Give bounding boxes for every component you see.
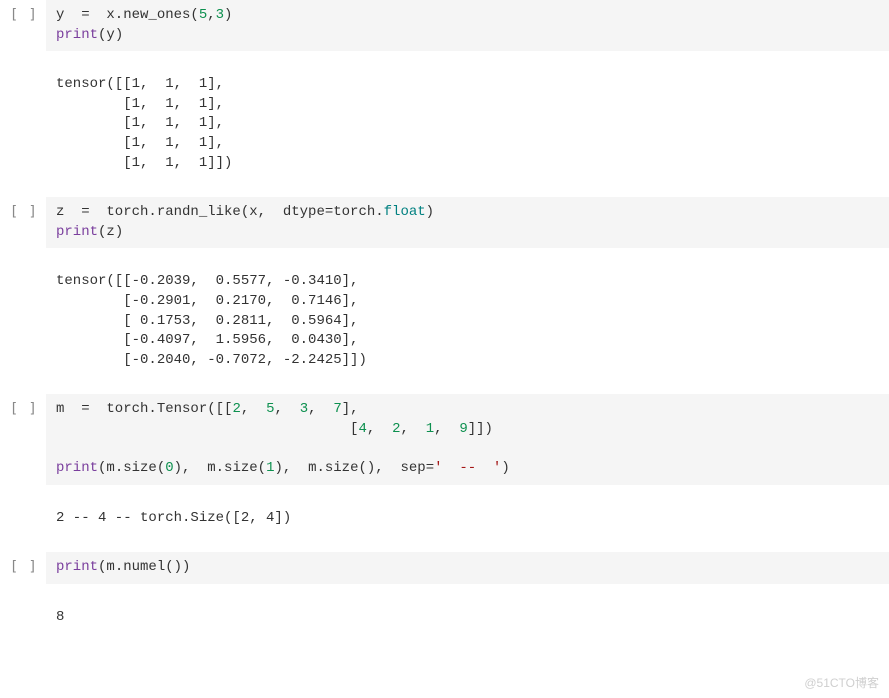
output-text: 2 -- 4 -- torch.Size([2, 4]): [46, 503, 889, 535]
output-cell: 8: [0, 602, 889, 634]
output-prompt: [0, 69, 46, 81]
output-text: 8: [46, 602, 889, 634]
output-text: tensor([[1, 1, 1], [1, 1, 1], [1, 1, 1],…: [46, 69, 889, 179]
code-input[interactable]: z = torch.randn_like(x, dtype=torch.floa…: [46, 197, 889, 248]
code-cell[interactable]: [ ]y = x.new_ones(5,3) print(y): [0, 0, 889, 51]
execution-prompt[interactable]: [ ]: [0, 197, 46, 229]
output-cell: tensor([[1, 1, 1], [1, 1, 1], [1, 1, 1],…: [0, 69, 889, 179]
code-input[interactable]: m = torch.Tensor([[2, 5, 3, 7], [4, 2, 1…: [46, 394, 889, 484]
watermark: @51CTO博客: [804, 675, 879, 692]
output-cell: 2 -- 4 -- torch.Size([2, 4]): [0, 503, 889, 535]
execution-prompt[interactable]: [ ]: [0, 552, 46, 584]
code-input[interactable]: y = x.new_ones(5,3) print(y): [46, 0, 889, 51]
output-prompt: [0, 602, 46, 614]
code-input[interactable]: print(m.numel()): [46, 552, 889, 584]
execution-prompt[interactable]: [ ]: [0, 0, 46, 32]
code-cell[interactable]: [ ]z = torch.randn_like(x, dtype=torch.f…: [0, 197, 889, 248]
output-cell: tensor([[-0.2039, 0.5577, -0.3410], [-0.…: [0, 266, 889, 376]
code-cell[interactable]: [ ]m = torch.Tensor([[2, 5, 3, 7], [4, 2…: [0, 394, 889, 484]
output-text: tensor([[-0.2039, 0.5577, -0.3410], [-0.…: [46, 266, 889, 376]
code-cell[interactable]: [ ]print(m.numel()): [0, 552, 889, 584]
output-prompt: [0, 266, 46, 278]
execution-prompt[interactable]: [ ]: [0, 394, 46, 426]
output-prompt: [0, 503, 46, 515]
